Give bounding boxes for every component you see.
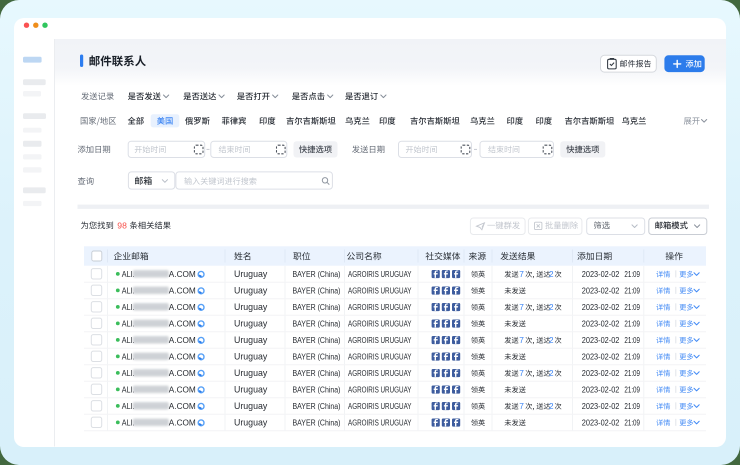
svg-text:98: 98 [117,220,127,230]
